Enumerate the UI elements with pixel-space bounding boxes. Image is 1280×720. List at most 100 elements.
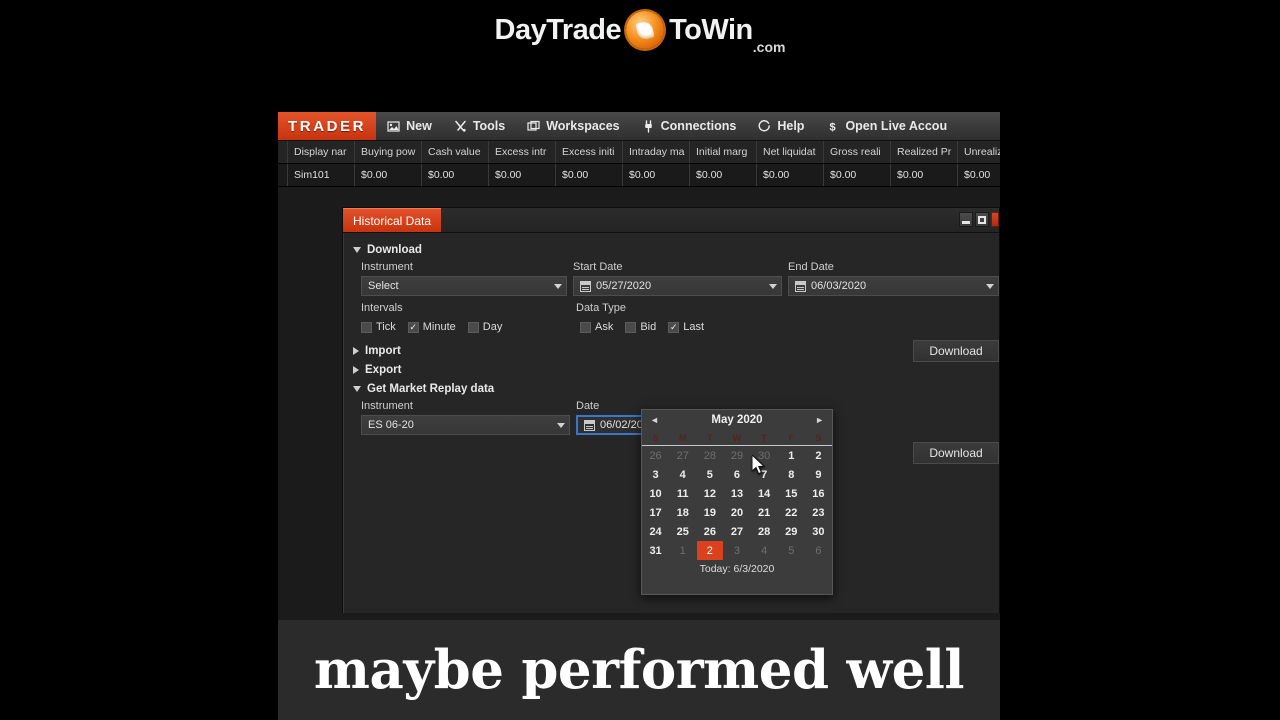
calendar-day[interactable]: 27 (723, 522, 750, 541)
accounts-header-cell[interactable]: Excess intr (489, 141, 556, 163)
menu-item-workspaces[interactable]: Workspaces (516, 112, 630, 140)
checkbox-tick[interactable]: Tick (361, 321, 396, 333)
calendar-day[interactable]: 5 (696, 465, 723, 484)
weekday-label: S (652, 432, 659, 443)
calendar-day[interactable]: 4 (669, 465, 696, 484)
calendar-day[interactable]: 26 (642, 446, 669, 465)
field-start-date: Start Date 05/27/2020 (573, 261, 783, 296)
download-button-replay[interactable]: Download (913, 442, 999, 464)
accounts-header-cell[interactable]: Initial marg (690, 141, 757, 163)
calendar-day-grid: 26 27 28 29 30 1 2 3 4 5 6 7 8 9 10 11 12 13 14 15 16 17 18 19 2… (642, 446, 832, 560)
calendar-day[interactable]: 16 (805, 484, 832, 503)
calendar-day[interactable]: 15 (778, 484, 805, 503)
calendar-day[interactable]: 12 (696, 484, 723, 503)
calendar-day[interactable]: 7 (751, 465, 778, 484)
calendar-day[interactable]: 3 (642, 465, 669, 484)
date-picker-calendar[interactable]: ◄ May 2020 ► S M T W T F S 26 27 28 29 30 1 2 3… (641, 409, 833, 595)
checkbox-minute[interactable]: Minute (407, 321, 456, 333)
replay-instrument-select[interactable]: ES 06-20 (361, 415, 570, 435)
calendar-day[interactable]: 22 (778, 503, 805, 522)
calendar-day[interactable]: 17 (642, 503, 669, 522)
menu-item-help[interactable]: Help (747, 112, 815, 140)
calendar-day[interactable]: 10 (642, 484, 669, 503)
calendar-day[interactable]: 6 (805, 541, 832, 560)
accounts-header-cell[interactable]: Cash value (422, 141, 489, 163)
instrument-select[interactable]: Select (361, 276, 568, 296)
accounts-header-cell[interactable]: Unrealiz (958, 141, 1000, 163)
calendar-day[interactable]: 13 (723, 484, 750, 503)
table-row[interactable]: Sim101 $0.00 $0.00 $0.00 $0.00 $0.00 $0.… (278, 164, 1000, 187)
checkbox-bid[interactable]: Bid (625, 321, 656, 333)
section-download[interactable]: Download (343, 242, 999, 258)
calendar-day[interactable]: 31 (642, 541, 669, 560)
close-button[interactable] (991, 212, 999, 227)
prev-month-button[interactable]: ◄ (650, 415, 659, 425)
field-download-instrument: Instrument Select (361, 261, 568, 296)
accounts-header-cell[interactable]: Gross reali (824, 141, 891, 163)
start-date-picker[interactable]: 05/27/2020 (573, 276, 783, 296)
menu-item-open-live-account[interactable]: $ Open Live Accou (815, 112, 958, 140)
calendar-day[interactable]: 30 (805, 522, 832, 541)
accounts-header-cell[interactable]: Buying pow (355, 141, 422, 163)
section-export[interactable]: Export (343, 362, 999, 378)
section-import[interactable]: Import (343, 343, 999, 359)
menu-label-help: Help (777, 119, 805, 133)
download-button-historical[interactable]: Download (913, 340, 999, 362)
checkbox-box[interactable] (467, 321, 479, 333)
checkbox-box[interactable] (625, 321, 637, 333)
calendar-day[interactable]: 21 (751, 503, 778, 522)
calendar-day[interactable]: 28 (696, 446, 723, 465)
menu-item-connections[interactable]: Connections (631, 112, 748, 140)
section-market-replay[interactable]: Get Market Replay data (343, 381, 999, 397)
checkbox-ask[interactable]: Ask (580, 321, 613, 333)
calendar-day[interactable]: 4 (751, 541, 778, 560)
calendar-day[interactable]: 19 (696, 503, 723, 522)
calendar-day[interactable]: 9 (805, 465, 832, 484)
calendar-day[interactable]: 5 (778, 541, 805, 560)
menu-item-tools[interactable]: Tools (443, 112, 516, 140)
calendar-day[interactable]: 25 (669, 522, 696, 541)
calendar-day[interactable]: 20 (723, 503, 750, 522)
calendar-day[interactable]: 8 (778, 465, 805, 484)
calendar-day[interactable]: 18 (669, 503, 696, 522)
accounts-header-cell[interactable]: Display nar (288, 141, 355, 163)
calendar-day[interactable]: 11 (669, 484, 696, 503)
checkbox-box[interactable] (580, 321, 591, 333)
tab-historical-data[interactable]: Historical Data (343, 208, 442, 232)
chevron-down-icon (353, 247, 361, 253)
calendar-day[interactable]: 28 (751, 522, 778, 541)
calendar-day[interactable]: 23 (805, 503, 832, 522)
trading-application-window: TRADER New Tools Workspaces Connections … (278, 112, 1000, 620)
minimize-button[interactable] (959, 212, 973, 227)
accounts-header-cell[interactable]: Excess initi (556, 141, 623, 163)
menu-item-new[interactable]: New (376, 112, 443, 140)
accounts-cell: $0.00 (824, 164, 891, 186)
calendar-day[interactable]: 29 (778, 522, 805, 541)
calendar-day[interactable]: 3 (723, 541, 750, 560)
calendar-day[interactable]: 14 (751, 484, 778, 503)
calendar-day[interactable]: 1 (669, 541, 696, 560)
calendar-day[interactable]: 2 (805, 446, 832, 465)
calendar-day[interactable]: 6 (723, 465, 750, 484)
calendar-day[interactable]: 2 (696, 541, 723, 560)
accounts-header-cell[interactable]: Intraday ma (623, 141, 690, 163)
section-import-label: Import (365, 345, 401, 357)
checkbox-last[interactable]: Last (668, 321, 704, 333)
calendar-day[interactable]: 24 (642, 522, 669, 541)
checkbox-day[interactable]: Day (467, 321, 502, 333)
end-date-picker[interactable]: 06/03/2020 (788, 276, 999, 296)
historical-data-window: Historical Data Download Instrument Sele… (342, 207, 1000, 613)
checkbox-box[interactable] (407, 321, 419, 333)
accounts-header-cell[interactable]: Realized Pr (891, 141, 958, 163)
maximize-button[interactable] (975, 212, 989, 227)
checkbox-box[interactable] (361, 321, 372, 333)
next-month-button[interactable]: ► (815, 415, 824, 425)
checkbox-box[interactable] (668, 321, 680, 333)
accounts-header-cell[interactable]: Net liquidat (757, 141, 824, 163)
calendar-day[interactable]: 30 (751, 446, 778, 465)
calendar-day[interactable]: 1 (778, 446, 805, 465)
menu-label-tools: Tools (472, 119, 506, 133)
calendar-day[interactable]: 29 (723, 446, 750, 465)
calendar-day[interactable]: 27 (669, 446, 696, 465)
calendar-day[interactable]: 26 (696, 522, 723, 541)
